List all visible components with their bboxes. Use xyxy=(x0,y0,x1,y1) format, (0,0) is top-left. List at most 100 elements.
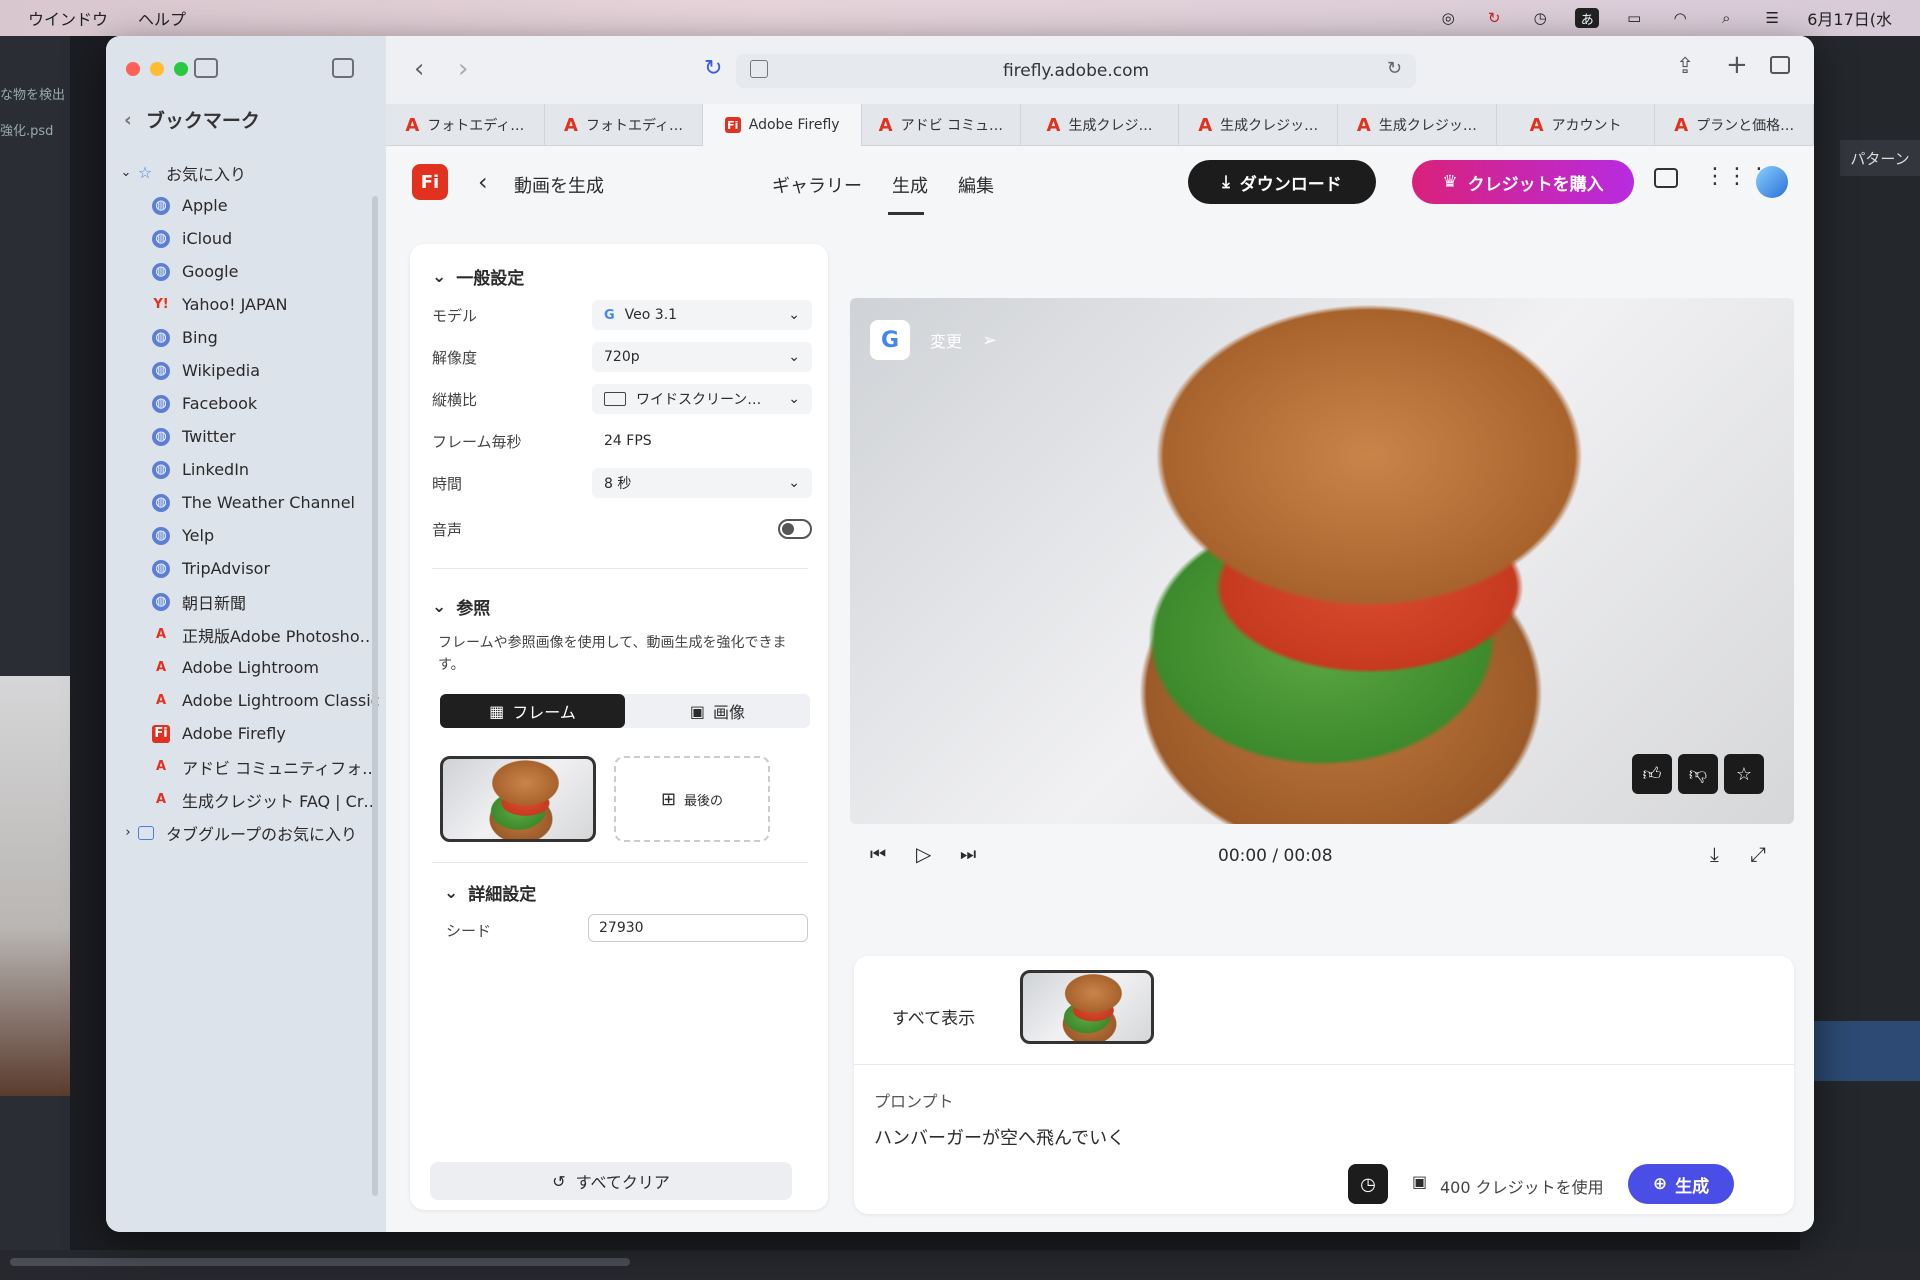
aspect-select[interactable]: ワイドスクリーン… ⌄ xyxy=(592,384,812,414)
bookmark-item[interactable]: ◍ Bing xyxy=(106,321,386,354)
sync-icon[interactable]: ↻ xyxy=(1483,9,1505,27)
browser-tab[interactable]: A プランと価格… xyxy=(1655,104,1814,146)
resolution-select[interactable]: 720p ⌄ xyxy=(592,342,812,372)
bookmark-item[interactable]: A 生成クレジット FAQ | Cr… xyxy=(106,783,386,816)
browser-tab[interactable]: A フォトエディ… xyxy=(545,104,704,146)
bookmark-item[interactable]: A Adobe Lightroom xyxy=(106,651,386,684)
browser-tab[interactable]: A フォトエディ… xyxy=(386,104,545,146)
spotlight-icon[interactable]: ⌕ xyxy=(1715,9,1737,27)
input-method-icon[interactable]: あ xyxy=(1575,8,1600,28)
download-video-icon[interactable]: ⤓ xyxy=(1710,842,1719,866)
video-preview[interactable]: G 変更 ➢ 👍︎ 👎︎ ☆ xyxy=(850,298,1794,824)
chevron-right-icon[interactable]: › xyxy=(122,824,134,842)
favorite-star-icon[interactable]: ☆ xyxy=(1724,754,1764,794)
avatar[interactable] xyxy=(1756,166,1788,198)
chevron-left-icon[interactable]: ‹ xyxy=(124,109,132,131)
firefly-logo[interactable]: Fi xyxy=(412,164,448,200)
show-all-button[interactable]: すべて表示 xyxy=(892,1004,975,1029)
bookmark-item[interactable]: ◍ 朝日新聞 xyxy=(106,585,386,618)
share-icon[interactable]: ⇪ xyxy=(1676,54,1694,79)
pattern-panel-tab[interactable]: パターン xyxy=(1840,140,1920,176)
play-icon[interactable]: ▷ xyxy=(916,842,931,866)
bookmark-item[interactable]: A 正規版Adobe Photosho… xyxy=(106,618,386,651)
bookmark-item[interactable]: Y! Yahoo! JAPAN xyxy=(106,288,386,321)
url-text[interactable]: firefly.adobe.com xyxy=(1003,61,1149,81)
favorites-folder[interactable]: ⌄ ☆ お気に入り xyxy=(106,156,386,189)
buy-credits-button[interactable]: ♛ クレジットを購入 xyxy=(1412,160,1634,204)
bookmark-item[interactable]: ◍ Facebook xyxy=(106,387,386,420)
browser-tab[interactable]: A 生成クレジ… xyxy=(1021,104,1180,146)
control-center-icon[interactable]: ☰ xyxy=(1761,9,1783,27)
prompt-text[interactable]: ハンバーガーが空へ飛んでいく xyxy=(874,1124,1125,1150)
zoom-window-button[interactable] xyxy=(174,62,188,76)
horizontal-scrollbar[interactable] xyxy=(10,1258,630,1266)
reference-header[interactable]: ⌄ 参照 xyxy=(432,594,490,620)
bookmark-item[interactable]: ◍ Apple xyxy=(106,189,386,222)
bookmark-item[interactable]: ◍ Wikipedia xyxy=(106,354,386,387)
feedback-icon[interactable] xyxy=(1654,168,1678,188)
nav-gallery[interactable]: ギャラリー xyxy=(772,172,862,198)
bookmark-item[interactable]: Fi Adobe Firefly xyxy=(106,717,386,750)
close-window-button[interactable] xyxy=(126,62,140,76)
bookmark-item[interactable]: ◍ Google xyxy=(106,255,386,288)
menu-window[interactable]: ウインドウ xyxy=(28,6,108,30)
creative-cloud-icon[interactable]: ◎ xyxy=(1437,9,1459,27)
bookmark-item[interactable]: ◍ The Weather Channel xyxy=(106,486,386,519)
browser-tab[interactable]: A 生成クレジッ… xyxy=(1338,104,1497,146)
nav-generate[interactable]: 生成 xyxy=(892,172,928,198)
first-frame-thumbnail[interactable] xyxy=(440,756,596,842)
new-tab-icon[interactable]: + xyxy=(1726,50,1748,80)
seed-value[interactable]: 27930 xyxy=(599,920,644,936)
reload-icon[interactable]: ↻ xyxy=(1387,58,1402,79)
general-settings-header[interactable]: ⌄ 一般設定 xyxy=(432,264,524,290)
page-menu-icon[interactable] xyxy=(750,60,768,78)
audio-toggle[interactable] xyxy=(778,519,812,539)
extension-icon[interactable]: ↻ xyxy=(704,56,722,81)
address-bar[interactable]: firefly.adobe.com ↻ xyxy=(736,54,1416,88)
model-select[interactable]: G Veo 3.1 ⌄ xyxy=(592,300,812,330)
new-tab-group-icon[interactable] xyxy=(332,58,354,78)
forward-icon[interactable]: › xyxy=(458,54,468,84)
skip-back-icon[interactable]: ⏮ xyxy=(870,844,886,865)
bookmark-item[interactable]: A アドビ コミュニティフォ… xyxy=(106,750,386,783)
browser-tab[interactable]: A アカウント xyxy=(1497,104,1656,146)
seed-input[interactable]: 27930 xyxy=(588,914,808,942)
image-tab[interactable]: ▣ 画像 xyxy=(625,694,810,728)
fullscreen-icon[interactable]: ⤢ xyxy=(1750,842,1766,866)
tab-group-favorites[interactable]: › タブグループのお気に入り xyxy=(106,816,386,849)
bookmark-item[interactable]: ◍ TripAdvisor xyxy=(106,552,386,585)
clear-all-button[interactable]: ↺ すべてクリア xyxy=(430,1162,792,1200)
bookmark-item[interactable]: ◍ LinkedIn xyxy=(106,453,386,486)
change-model-button[interactable]: 変更 xyxy=(930,328,962,352)
battery-icon[interactable]: ▭ xyxy=(1623,9,1645,27)
menu-help[interactable]: ヘルプ xyxy=(138,6,186,30)
browser-tab[interactable]: A アドビ コミュ… xyxy=(862,104,1021,146)
download-button[interactable]: ⤓ ダウンロード xyxy=(1188,160,1376,204)
thumbs-down-icon[interactable]: 👎︎ xyxy=(1678,754,1718,794)
back-icon[interactable]: ‹ xyxy=(414,54,424,84)
browser-tab[interactable]: A 生成クレジッ… xyxy=(1179,104,1339,146)
history-icon[interactable]: ◷ xyxy=(1348,1164,1388,1204)
back-chevron-icon[interactable]: ‹ xyxy=(478,168,488,196)
send-icon[interactable]: ➢ xyxy=(982,330,997,351)
bookmark-item[interactable]: ◍ Twitter xyxy=(106,420,386,453)
bookmark-item[interactable]: ◍ iCloud xyxy=(106,222,386,255)
bookmark-item[interactable]: ◍ Yelp xyxy=(106,519,386,552)
browser-tab[interactable]: Fi Adobe Firefly xyxy=(703,104,863,146)
last-frame-dropzone[interactable]: ⊞ 最後の xyxy=(614,756,770,842)
minimize-window-button[interactable] xyxy=(150,62,164,76)
time-machine-icon[interactable]: ◷ xyxy=(1529,9,1551,27)
sidebar-toggle-icon[interactable] xyxy=(194,58,218,78)
nav-edit[interactable]: 編集 xyxy=(958,172,994,198)
bookmark-item[interactable]: A Adobe Lightroom Classic xyxy=(106,684,386,717)
wifi-icon[interactable]: ◠ xyxy=(1669,9,1691,27)
generate-button[interactable]: ⊕ 生成 xyxy=(1628,1164,1734,1204)
frame-tab[interactable]: ▦ フレーム xyxy=(440,694,625,728)
skip-forward-icon[interactable]: ⏭ xyxy=(960,844,976,865)
advanced-header[interactable]: ⌄ 詳細設定 xyxy=(444,880,536,906)
sidebar-scrollbar[interactable] xyxy=(372,196,378,1196)
tab-overview-icon[interactable] xyxy=(1770,56,1790,74)
duration-select[interactable]: 8 秒 ⌄ xyxy=(592,468,812,498)
generated-thumbnail[interactable] xyxy=(1020,970,1154,1044)
chevron-down-icon[interactable]: ⌄ xyxy=(120,164,132,182)
